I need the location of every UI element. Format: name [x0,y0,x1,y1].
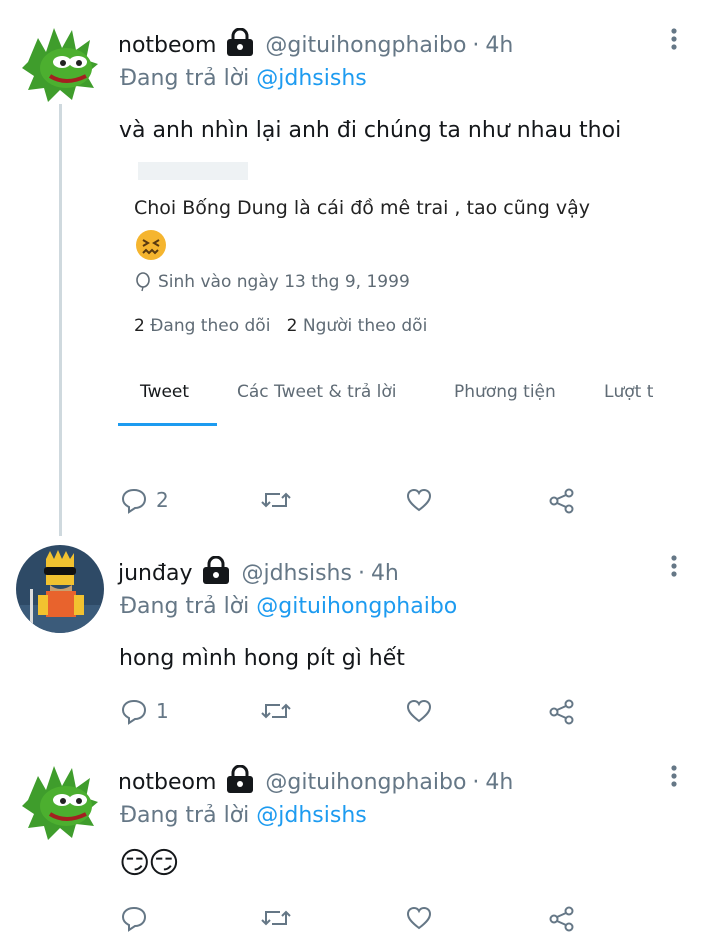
timestamp[interactable]: 4h [485,33,513,58]
replying-to-label: Đang trả lời [120,66,250,91]
tab-likes: Lượt t [604,382,654,402]
replying-to: Đang trả lời @jdhsishs [120,803,367,828]
user-handle[interactable]: @gituihongphaibo [265,770,466,795]
tweet-text: và anh nhìn lại anh đi chúng ta như nhau… [119,118,622,143]
cropped-header-fragment [134,162,334,180]
tweet-header: notbeom @gituihongphaibo · 4h [118,764,513,799]
lock-icon [224,27,256,62]
tab-tweets-and-replies: Các Tweet & trả lời [237,382,397,402]
separator-dot: · [472,769,480,795]
reply-button[interactable]: 1 [120,697,169,725]
replying-to-label: Đang trả lời [120,594,250,619]
avatar[interactable] [16,754,104,842]
thread-connector-line [59,104,62,536]
tweet-actions [118,904,588,934]
reply-count: 1 [156,699,169,723]
active-tab-indicator [118,423,217,426]
mention-link[interactable]: @jdhsishs [256,66,366,91]
user-handle[interactable]: @jdhsishs [241,561,351,586]
balloon-icon [136,272,150,292]
follow-stats: 2 Đang theo dõi 2 Người theo dõi [134,316,427,336]
more-vertical-icon[interactable] [664,27,684,55]
retweet-icon [261,910,291,926]
like-button[interactable] [405,697,433,725]
retweet-icon [261,703,291,719]
share-button[interactable] [548,904,576,932]
reply-icon [121,488,147,514]
tab-tweet: Tweet [140,382,190,402]
bio-emoji [134,228,168,266]
user-handle[interactable]: @gituihongphaibo [265,33,466,58]
lock-icon [200,555,232,590]
replying-to: Đang trả lời @jdhsishs [120,66,367,91]
display-name[interactable]: notbeom [118,33,216,58]
followers-label: Người theo dõi [302,316,428,336]
reply-icon [121,699,147,725]
retweet-button[interactable] [260,697,292,725]
profile-tabs: Tweet Các Tweet & trả lời Phương tiện Lư… [118,382,678,412]
tweet-header: notbeom @gituihongphaibo · 4h [118,27,513,62]
tweet-header: junđay @jdhsishs · 4h [118,555,399,590]
birthday-text: Sinh vào ngày 13 thg 9, 1999 [158,272,410,292]
share-button[interactable] [548,486,576,514]
following-label: Đang theo dõi [150,316,271,336]
embedded-profile-image[interactable]: Choi Bống Dung là cái đồ mê trai , tao c… [118,152,678,442]
mention-link[interactable]: @gituihongphaibo [256,594,457,619]
display-name[interactable]: notbeom [118,770,216,795]
following-count: 2 [134,316,145,336]
heart-icon [406,488,432,512]
separator-dot: · [357,560,365,586]
profile-bio: Choi Bống Dung là cái đồ mê trai , tao c… [134,197,591,219]
retweet-button[interactable] [260,486,292,514]
tweet-actions: 2 [118,486,588,516]
share-icon [549,488,574,514]
reply-icon [121,906,147,932]
like-button[interactable] [405,486,433,514]
share-button[interactable] [548,697,576,725]
like-button[interactable] [405,904,433,932]
replying-to: Đang trả lời @gituihongphaibo [120,594,457,619]
heart-icon [406,906,432,930]
followers-count: 2 [286,316,298,336]
more-vertical-icon[interactable] [664,764,684,792]
reply-button[interactable]: 2 [120,486,169,514]
tab-media: Phương tiện [454,382,556,402]
tweet-actions: 1 [118,697,588,727]
separator-dot: · [472,32,480,58]
reply-count: 2 [156,488,169,512]
lock-icon [224,764,256,799]
more-vertical-icon[interactable] [664,554,684,582]
mention-link[interactable]: @jdhsishs [256,803,366,828]
tweet-text: hong mình hong pít gì hết [119,646,405,671]
display-name[interactable]: junđay [118,561,192,586]
replying-to-label: Đang trả lời [120,803,250,828]
share-icon [549,699,574,725]
timestamp[interactable]: 4h [371,561,399,586]
avatar[interactable] [16,16,104,104]
heart-icon [406,699,432,723]
avatar[interactable] [16,545,104,633]
retweet-button[interactable] [260,904,292,932]
share-icon [549,906,574,932]
timestamp[interactable]: 4h [485,770,513,795]
birthday-row: Sinh vào ngày 13 thg 9, 1999 [134,272,410,292]
reply-button[interactable] [120,904,156,932]
tweet-text: 😏😏 [119,846,180,881]
retweet-icon [261,492,291,508]
